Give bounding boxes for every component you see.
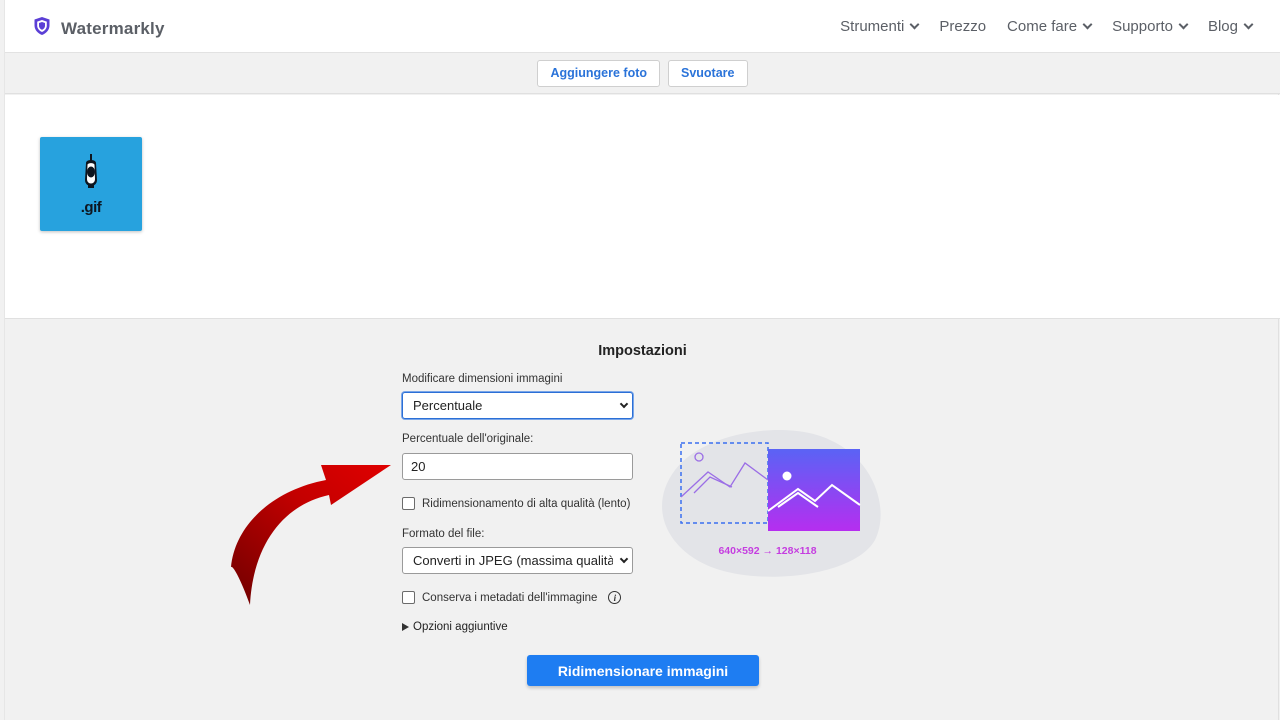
- preview-dimensions: 640×592 → 128×118: [718, 545, 817, 557]
- chevron-down-icon: [1178, 19, 1189, 30]
- chevron-down-icon: [619, 399, 629, 409]
- info-icon[interactable]: i: [608, 591, 622, 604]
- annotation-arrow-icon: [231, 465, 391, 605]
- keep-metadata-label: Conserva i metadati dell'immagine: [422, 591, 598, 604]
- format-value: Converti in JPEG (massima qualità, f: [413, 553, 613, 568]
- image-toolbar: Aggiungere foto Svuotare: [5, 53, 1280, 94]
- high-quality-label: Ridimensionamento di alta qualità (lento…: [422, 497, 631, 510]
- triangle-right-icon: [402, 623, 409, 631]
- brand-logo[interactable]: Watermarkly: [33, 16, 165, 41]
- keep-metadata-checkbox[interactable]: [402, 591, 415, 604]
- chevron-down-icon: [909, 19, 920, 30]
- nav-label: Strumenti: [840, 18, 905, 35]
- shield-icon: [33, 16, 51, 41]
- resize-images-button[interactable]: Ridimensionare immagini: [527, 655, 759, 686]
- high-quality-option[interactable]: Ridimensionamento di alta qualità (lento…: [402, 497, 630, 510]
- resize-mode-select[interactable]: Percentuale: [402, 392, 633, 419]
- image-list: .gif: [5, 95, 1280, 319]
- app-frame: Watermarkly Strumenti Prezzo Come fare S…: [4, 0, 1280, 720]
- resize-preview-illustration: [662, 430, 881, 577]
- nav-item-strumenti[interactable]: Strumenti: [840, 18, 920, 35]
- nav-label: Come fare: [1007, 18, 1078, 35]
- more-options-toggle[interactable]: Opzioni aggiuntive: [402, 621, 508, 633]
- main-nav: Strumenti Prezzo Come fare Supporto Blog: [840, 18, 1254, 35]
- nav-label: Prezzo: [939, 18, 987, 35]
- high-quality-checkbox[interactable]: [402, 497, 415, 510]
- nav-item-blog[interactable]: Blog: [1207, 18, 1254, 35]
- resize-mode-label: Modificare dimensioni immagini: [402, 373, 563, 385]
- image-thumbnail[interactable]: .gif: [40, 137, 142, 231]
- nav-label: Supporto: [1112, 18, 1173, 35]
- more-options-label: Opzioni aggiuntive: [413, 621, 508, 633]
- chevron-down-icon: [1082, 19, 1093, 30]
- format-label: Formato del file:: [402, 528, 485, 540]
- percent-label: Percentuale dell'originale:: [402, 433, 534, 445]
- clear-button[interactable]: Svuotare: [668, 59, 748, 87]
- percent-input[interactable]: 20: [402, 453, 633, 480]
- resize-mode-value: Percentuale: [413, 398, 483, 413]
- chevron-down-icon: [619, 554, 629, 564]
- nav-item-prezzo[interactable]: Prezzo: [939, 18, 986, 35]
- gif-file-icon: [85, 154, 97, 188]
- thumbnail-label: .gif: [80, 199, 102, 216]
- keep-metadata-option[interactable]: Conserva i metadati dell'immagine i: [402, 591, 622, 604]
- settings-title: Impostazioni: [598, 343, 687, 359]
- nav-label: Blog: [1207, 18, 1238, 35]
- format-select[interactable]: Converti in JPEG (massima qualità, f: [402, 547, 633, 574]
- brand-name: Watermarkly: [61, 18, 165, 38]
- add-photos-button[interactable]: Aggiungere foto: [537, 59, 660, 87]
- top-navbar: Watermarkly Strumenti Prezzo Come fare S…: [5, 0, 1280, 53]
- nav-item-supporto[interactable]: Supporto: [1112, 18, 1189, 35]
- chevron-down-icon: [1243, 19, 1254, 30]
- nav-item-come-fare[interactable]: Come fare: [1007, 18, 1093, 35]
